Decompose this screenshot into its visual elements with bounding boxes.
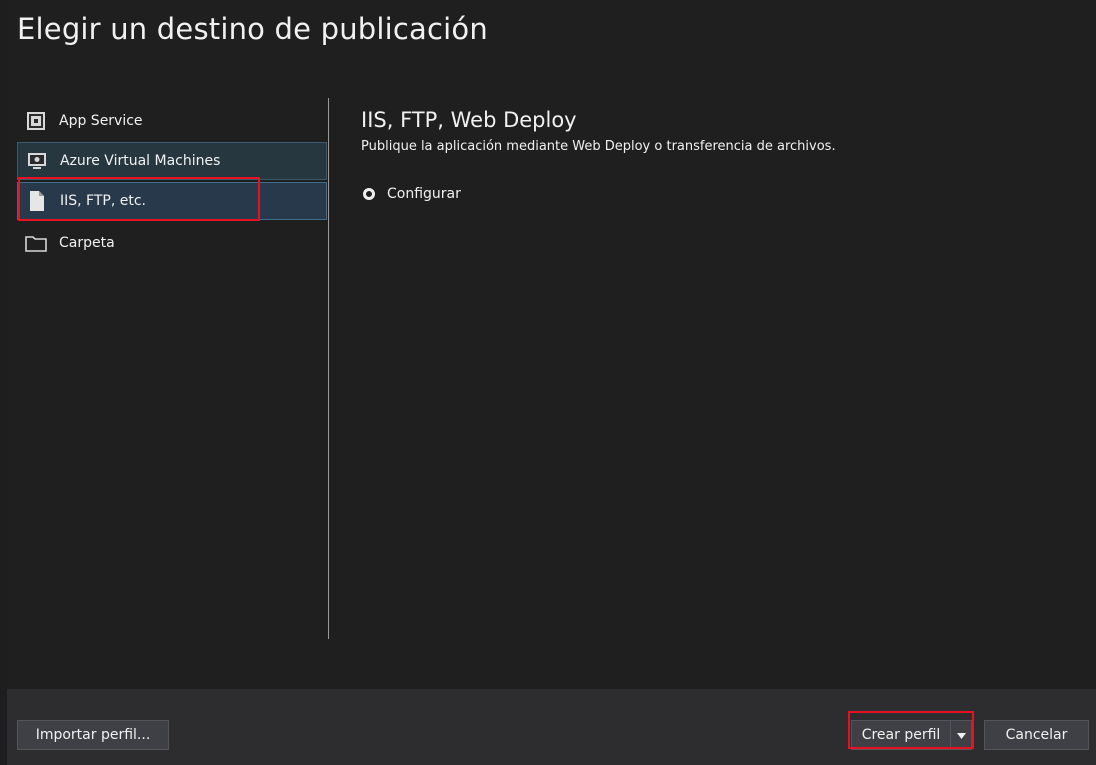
detail-description: Publique la aplicación mediante Web Depl… [361, 139, 836, 154]
folder-icon [25, 232, 47, 254]
panel-divider [328, 98, 329, 639]
dialog-title: Elegir un destino de publicación [17, 12, 488, 46]
configure-option-label: Configurar [387, 186, 461, 202]
configure-option[interactable]: Configurar [363, 186, 461, 202]
sidebar-item-app-service[interactable]: App Service [17, 102, 327, 140]
sidebar-item-label: Carpeta [59, 235, 115, 251]
selection-highlight [18, 177, 260, 221]
sidebar-item-label: Azure Virtual Machines [60, 153, 221, 169]
app-service-icon [25, 110, 47, 132]
sidebar-item-azure-vm[interactable]: Azure Virtual Machines [17, 142, 327, 180]
sidebar-item-label: App Service [59, 113, 143, 129]
cancel-button[interactable]: Cancelar [984, 720, 1089, 750]
create-profile-highlight [848, 711, 974, 749]
virtual-machine-icon [26, 150, 48, 172]
radio-button-icon[interactable] [363, 188, 375, 200]
import-profile-button[interactable]: Importar perfil... [17, 720, 169, 750]
sidebar-item-carpeta[interactable]: Carpeta [17, 224, 327, 262]
detail-title: IIS, FTP, Web Deploy [361, 108, 577, 132]
